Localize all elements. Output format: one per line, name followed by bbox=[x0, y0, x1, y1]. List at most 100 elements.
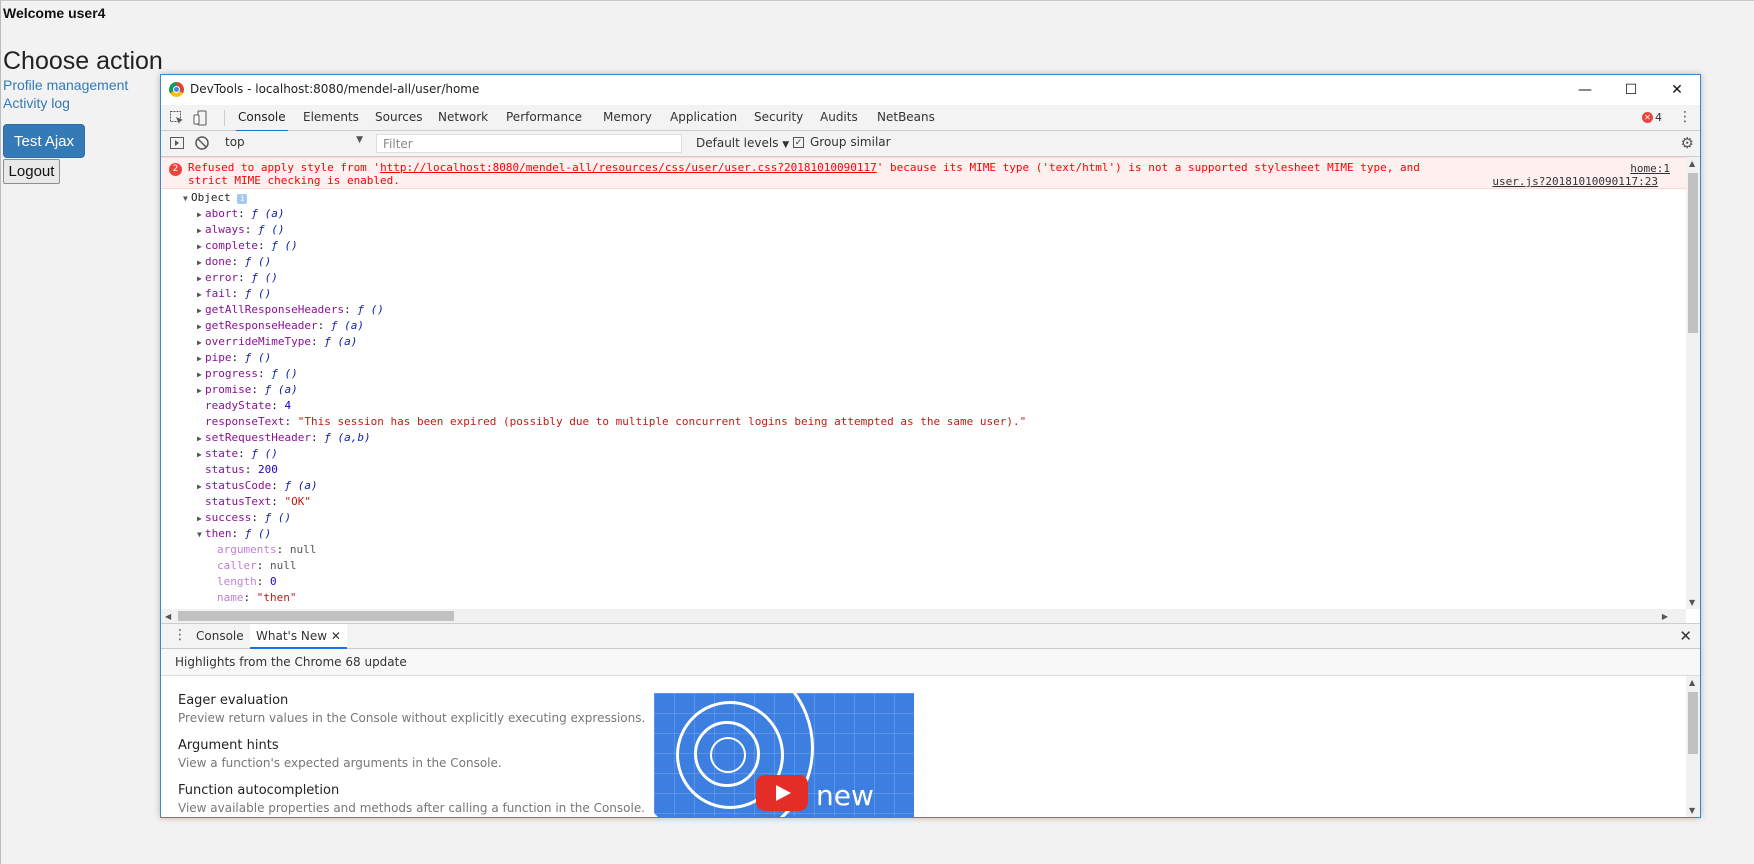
property-key: success bbox=[205, 511, 252, 524]
feature-title[interactable]: Argument hints bbox=[178, 738, 279, 753]
property-value: ƒ () bbox=[244, 527, 272, 540]
more-options-icon[interactable]: ⋮ bbox=[1678, 109, 1692, 125]
console-vertical-scrollbar[interactable]: ▲ ▼ bbox=[1686, 157, 1700, 609]
scroll-up-icon[interactable]: ▲ bbox=[1689, 159, 1695, 168]
object-property-row[interactable]: ▶ fail: ƒ () bbox=[197, 287, 271, 301]
object-property-row[interactable]: ▶ promise: ƒ (a) bbox=[197, 383, 298, 397]
object-property-row[interactable]: ▶ done: ƒ () bbox=[197, 255, 271, 269]
object-property-row[interactable]: ▶ overrideMimeType: ƒ (a) bbox=[197, 335, 357, 349]
filter-input[interactable]: Filter bbox=[376, 134, 682, 153]
collapsed-triangle-icon[interactable]: ▶ bbox=[197, 480, 205, 494]
collapsed-triangle-icon[interactable]: ▶ bbox=[197, 288, 205, 302]
scroll-right-icon[interactable]: ▶ bbox=[1662, 612, 1668, 621]
property-key: statusText bbox=[205, 495, 272, 508]
close-window-button[interactable]: ✕ bbox=[1654, 75, 1700, 105]
object-property-row[interactable]: ▶ success: ƒ () bbox=[197, 511, 291, 525]
tab-audits[interactable]: Audits bbox=[818, 105, 860, 130]
feature-title[interactable]: Eager evaluation bbox=[178, 693, 288, 708]
collapsed-triangle-icon[interactable]: ▶ bbox=[197, 208, 205, 222]
device-toolbar-icon[interactable] bbox=[193, 110, 209, 126]
checkbox-checked-icon[interactable]: ✓ bbox=[793, 136, 804, 148]
collapsed-triangle-icon[interactable]: ▶ bbox=[197, 320, 205, 334]
inspect-element-icon[interactable] bbox=[169, 110, 185, 126]
collapsed-triangle-icon[interactable]: ▶ bbox=[197, 352, 205, 366]
drawer-tab-whats-new[interactable]: What's New ✕ bbox=[250, 624, 347, 649]
error-count-badge[interactable]: ✕ 4 bbox=[1642, 111, 1662, 124]
object-property-row[interactable]: ▶ getAllResponseHeaders: ƒ () bbox=[197, 303, 384, 317]
tab-sources[interactable]: Sources bbox=[373, 105, 424, 130]
scroll-down-icon[interactable]: ▼ bbox=[1689, 806, 1695, 815]
minimize-button[interactable]: — bbox=[1562, 75, 1608, 105]
console-horizontal-scrollbar[interactable]: ◀ ▶ bbox=[161, 609, 1686, 623]
collapsed-triangle-icon[interactable]: ▶ bbox=[197, 272, 205, 286]
youtube-play-icon[interactable] bbox=[756, 775, 808, 811]
object-property-row[interactable]: ▶ statusCode: ƒ (a) bbox=[197, 479, 318, 493]
object-property-row[interactable]: ▼ then: ƒ () bbox=[197, 527, 271, 541]
collapsed-triangle-icon[interactable]: ▶ bbox=[197, 448, 205, 462]
object-property-row[interactable]: ▶ pipe: ƒ () bbox=[197, 351, 271, 365]
collapsed-triangle-icon[interactable]: ▶ bbox=[197, 336, 205, 350]
feature-title[interactable]: Function autocompletion bbox=[178, 783, 339, 798]
tab-network[interactable]: Network bbox=[436, 105, 490, 130]
log-levels-dropdown[interactable]: Default levels ▼ bbox=[696, 136, 789, 150]
chrome-68-video-thumbnail[interactable]: new bbox=[654, 693, 914, 817]
logout-button[interactable]: Logout bbox=[3, 159, 60, 184]
tab-application[interactable]: Application bbox=[668, 105, 739, 130]
expanded-triangle-icon[interactable]: ▼ bbox=[197, 528, 205, 542]
scroll-thumb[interactable] bbox=[178, 611, 454, 621]
tab-elements[interactable]: Elements bbox=[301, 105, 361, 130]
object-property-row[interactable]: ▶ setRequestHeader: ƒ (a,b) bbox=[197, 431, 371, 445]
error-url-link[interactable]: http://localhost:8080/mendel-all/resourc… bbox=[380, 161, 877, 174]
tab-netbeans[interactable]: NetBeans bbox=[875, 105, 937, 130]
collapsed-triangle-icon[interactable]: ▶ bbox=[197, 256, 205, 270]
drawer-menu-icon[interactable]: ⋮ bbox=[173, 627, 187, 643]
collapsed-triangle-icon[interactable]: ▶ bbox=[197, 384, 205, 398]
tab-console[interactable]: Console bbox=[236, 105, 288, 132]
scroll-up-icon[interactable]: ▲ bbox=[1689, 678, 1695, 687]
show-sidebar-icon[interactable] bbox=[169, 135, 185, 151]
close-tab-icon[interactable]: ✕ bbox=[331, 629, 341, 643]
clear-console-icon[interactable] bbox=[194, 135, 210, 151]
group-similar-toggle[interactable]: ✓ Group similar bbox=[793, 135, 891, 149]
tab-memory[interactable]: Memory bbox=[601, 105, 654, 130]
object-property-row[interactable]: ▶ always: ƒ () bbox=[197, 223, 285, 237]
context-select[interactable]: top ▼ bbox=[225, 135, 365, 152]
collapsed-triangle-icon[interactable]: ▶ bbox=[197, 224, 205, 238]
collapsed-triangle-icon[interactable]: ▶ bbox=[197, 368, 205, 382]
expanded-triangle-icon[interactable]: ▼ bbox=[183, 192, 191, 206]
log-source-link[interactable]: user.js?20181010090117:23 bbox=[1492, 175, 1658, 188]
property-value: ƒ () bbox=[271, 239, 298, 252]
collapsed-triangle-icon[interactable]: ▶ bbox=[197, 512, 205, 526]
tab-security[interactable]: Security bbox=[752, 105, 805, 130]
object-property-row[interactable]: ▶ complete: ƒ () bbox=[197, 239, 298, 253]
collapsed-triangle-icon[interactable]: ▶ bbox=[197, 304, 205, 318]
object-info-badge[interactable]: i bbox=[237, 194, 248, 204]
property-key: caller bbox=[217, 559, 257, 572]
object-property-row[interactable]: ▶ abort: ƒ (a) bbox=[197, 207, 285, 221]
property-value: ƒ () bbox=[251, 447, 278, 460]
console-output: 2 Refused to apply style from 'http://lo… bbox=[161, 157, 1686, 609]
collapsed-triangle-icon[interactable]: ▶ bbox=[197, 432, 205, 446]
window-title: DevTools - localhost:8080/mendel-all/use… bbox=[190, 82, 480, 96]
scroll-down-icon[interactable]: ▼ bbox=[1689, 598, 1695, 607]
scroll-left-icon[interactable]: ◀ bbox=[165, 612, 171, 621]
close-drawer-icon[interactable]: ✕ bbox=[1679, 627, 1692, 645]
object-root-row[interactable]: ▼ Object i bbox=[183, 191, 248, 206]
profile-management-link[interactable]: Profile management bbox=[3, 77, 128, 93]
error-source-link[interactable]: home:1 bbox=[1630, 162, 1670, 175]
property-value: ƒ (a) bbox=[251, 207, 285, 220]
maximize-button[interactable]: ☐ bbox=[1608, 75, 1654, 105]
tab-performance[interactable]: Performance bbox=[504, 105, 584, 130]
scroll-thumb[interactable] bbox=[1688, 173, 1698, 333]
object-property-row[interactable]: ▶ state: ƒ () bbox=[197, 447, 278, 461]
object-property-row[interactable]: ▶ error: ƒ () bbox=[197, 271, 278, 285]
whats-new-scrollbar[interactable]: ▲ ▼ bbox=[1686, 676, 1700, 817]
gear-icon[interactable]: ⚙ bbox=[1681, 134, 1694, 152]
object-property-row[interactable]: ▶ progress: ƒ () bbox=[197, 367, 298, 381]
test-ajax-button[interactable]: Test Ajax bbox=[3, 124, 85, 158]
scroll-thumb[interactable] bbox=[1688, 692, 1698, 754]
drawer-tab-console[interactable]: Console bbox=[196, 624, 244, 648]
activity-log-link[interactable]: Activity log bbox=[3, 95, 70, 111]
object-property-row[interactable]: ▶ getResponseHeader: ƒ (a) bbox=[197, 319, 364, 333]
collapsed-triangle-icon[interactable]: ▶ bbox=[197, 240, 205, 254]
